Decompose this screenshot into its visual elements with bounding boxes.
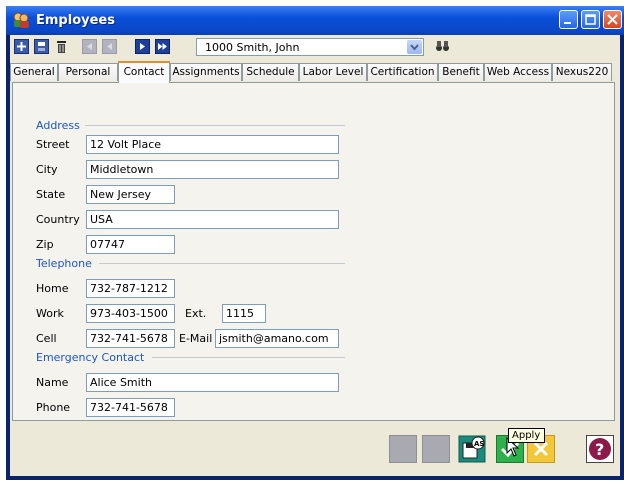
tab-schedule[interactable]: Schedule xyxy=(242,63,299,81)
tab-certification[interactable]: Certification xyxy=(367,63,438,81)
cell-phone-field[interactable]: 732-741-5678 xyxy=(86,329,175,348)
employees-app-icon xyxy=(13,12,29,28)
record-toolbar: 1000 Smith, John xyxy=(10,35,620,59)
country-label: Country xyxy=(36,213,80,226)
help-icon: ? xyxy=(589,438,611,460)
window-title: Employees xyxy=(36,13,115,28)
telephone-divider xyxy=(99,263,345,264)
save-record-button[interactable] xyxy=(34,39,49,54)
maximize-button[interactable] xyxy=(581,10,600,29)
home-phone-field[interactable]: 732-787-1212 xyxy=(86,279,175,298)
binoculars-icon xyxy=(436,41,449,51)
window-client-area: 1000 Smith, John General Personal Contac… xyxy=(10,35,620,476)
email-field[interactable]: jsmith@amano.com xyxy=(215,329,339,348)
title-bar[interactable]: Employees xyxy=(6,6,624,35)
extension-label: Ext. xyxy=(185,307,207,320)
disabled-action-button-1[interactable] xyxy=(389,435,417,463)
address-divider xyxy=(85,125,345,126)
chevron-down-icon xyxy=(410,44,419,51)
next-record-button[interactable] xyxy=(135,39,150,54)
previous-record-button[interactable] xyxy=(102,39,117,54)
maximize-icon xyxy=(585,14,596,25)
first-record-button[interactable] xyxy=(82,39,97,54)
last-record-button[interactable] xyxy=(155,39,170,54)
minimize-button[interactable] xyxy=(559,10,578,29)
add-record-button[interactable] xyxy=(14,39,29,54)
address-section-label: Address xyxy=(36,119,80,132)
contact-panel: Address Street 12 Volt Place City Middle… xyxy=(12,82,615,421)
tab-labor-level[interactable]: Labor Level xyxy=(299,63,367,81)
apply-tooltip: Apply xyxy=(508,428,545,443)
tab-strip: General Personal Contact Assignments Sch… xyxy=(10,61,620,83)
emergency-phone-label: Phone xyxy=(36,401,71,414)
street-field[interactable]: 12 Volt Place xyxy=(86,135,339,154)
employee-selector-value: 1000 Smith, John xyxy=(205,41,300,54)
svg-text:?: ? xyxy=(595,440,604,459)
tab-nexus220[interactable]: Nexus220 xyxy=(552,63,612,81)
tab-benefit[interactable]: Benefit xyxy=(438,63,484,81)
state-field[interactable]: New Jersey xyxy=(86,185,175,204)
tab-personal[interactable]: Personal xyxy=(58,63,118,81)
disk-icon xyxy=(38,42,45,51)
zip-field[interactable]: 07747 xyxy=(86,235,175,254)
tab-web-access[interactable]: Web Access xyxy=(484,63,552,81)
last-icon xyxy=(158,43,167,50)
trash-icon xyxy=(57,41,66,53)
emergency-name-field[interactable]: Alice Smith xyxy=(86,373,339,392)
tab-assignments[interactable]: Assignments xyxy=(170,63,242,81)
emergency-name-label: Name xyxy=(36,376,69,389)
delete-record-button[interactable] xyxy=(54,39,69,54)
first-icon xyxy=(87,43,92,50)
tab-general[interactable]: General xyxy=(10,63,58,81)
previous-icon xyxy=(107,43,112,50)
save-as-icon: AS xyxy=(458,435,486,463)
find-button[interactable] xyxy=(435,38,450,53)
employees-window: Employees 1000 Smith, John General Perso… xyxy=(6,6,624,480)
close-button[interactable] xyxy=(603,10,622,29)
emergency-phone-field[interactable]: 732-741-5678 xyxy=(86,398,175,417)
work-phone-label: Work xyxy=(36,307,64,320)
save-as-button[interactable]: AS xyxy=(458,435,486,463)
help-button[interactable]: ? xyxy=(586,435,614,463)
plus-icon xyxy=(17,42,26,51)
disabled-action-button-2[interactable] xyxy=(422,435,450,463)
cell-phone-label: Cell xyxy=(36,332,57,345)
city-field[interactable]: Middletown xyxy=(86,160,339,179)
minimize-icon xyxy=(564,22,571,24)
close-icon xyxy=(607,14,618,25)
employee-selector[interactable]: 1000 Smith, John xyxy=(196,38,424,56)
street-label: Street xyxy=(36,138,70,151)
email-label: E-Mail xyxy=(179,332,213,345)
city-label: City xyxy=(36,163,58,176)
work-phone-field[interactable]: 973-403-1500 xyxy=(86,304,175,323)
emergency-contact-section-label: Emergency Contact xyxy=(36,351,145,364)
telephone-section-label: Telephone xyxy=(36,257,92,270)
home-phone-label: Home xyxy=(36,282,69,295)
zip-label: Zip xyxy=(36,238,54,251)
next-icon xyxy=(140,43,145,50)
country-field[interactable]: USA xyxy=(86,210,339,229)
emergency-divider xyxy=(152,357,345,358)
state-label: State xyxy=(36,188,66,201)
svg-text:AS: AS xyxy=(474,440,484,448)
extension-field[interactable]: 1115 xyxy=(222,304,266,323)
dropdown-button[interactable] xyxy=(407,40,422,54)
tab-contact[interactable]: Contact xyxy=(118,61,170,83)
